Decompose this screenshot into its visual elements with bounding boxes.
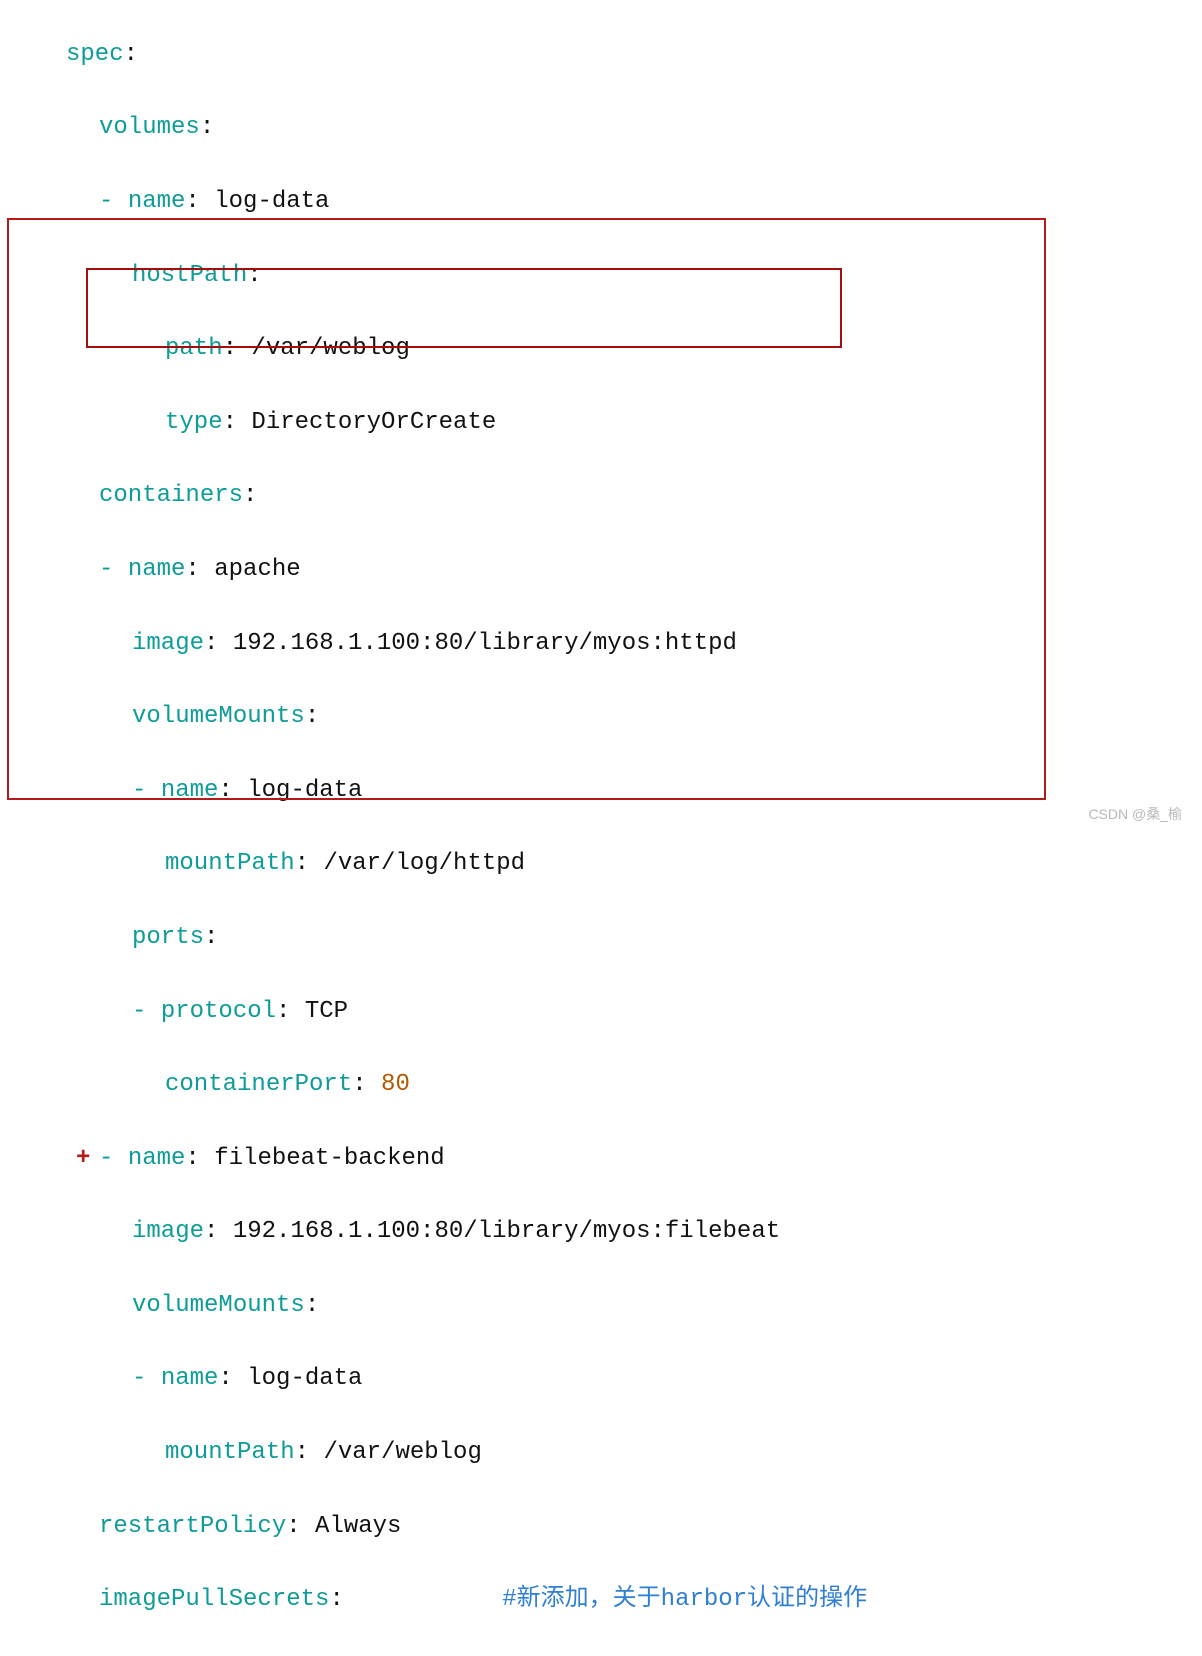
code-line: type: DirectoryOrCreate (0, 405, 867, 442)
code-line: mountPath: /var/log/httpd (0, 846, 867, 883)
watermark-text: CSDN @桑_榆 (1088, 796, 1182, 833)
code-line: - name: apache (0, 552, 867, 589)
code-line: spec: (0, 37, 867, 74)
code-line: - protocol: TCP (0, 994, 867, 1031)
code-lines: spec: volumes: - name: log-data hostPath… (0, 0, 867, 1656)
code-line: - name: log-data (0, 184, 867, 221)
code-line: volumeMounts: (0, 1288, 867, 1325)
code-line: imagePullSecrets: #新添加，关于harbor认证的操作 (0, 1582, 867, 1619)
code-line: - name: log-data (0, 1361, 867, 1398)
code-line: ports: (0, 920, 867, 957)
code-line: hostPath: (0, 258, 867, 295)
code-line: image: 192.168.1.100:80/library/myos:fil… (0, 1214, 867, 1251)
code-line: +- name: filebeat-backend (0, 1141, 867, 1178)
code-line: image: 192.168.1.100:80/library/myos:htt… (0, 626, 867, 663)
code-line: path: /var/weblog (0, 331, 867, 368)
code-line: volumes: (0, 110, 867, 147)
code-line: restartPolicy: Always (0, 1509, 867, 1546)
code-line: - name: log-data (0, 773, 867, 810)
code-line: volumeMounts: (0, 699, 867, 736)
code-line: mountPath: /var/weblog (0, 1435, 867, 1472)
code-line: containerPort: 80 (0, 1067, 867, 1104)
code-line: containers: (0, 478, 867, 515)
diff-plus-marker: + (76, 1141, 90, 1178)
